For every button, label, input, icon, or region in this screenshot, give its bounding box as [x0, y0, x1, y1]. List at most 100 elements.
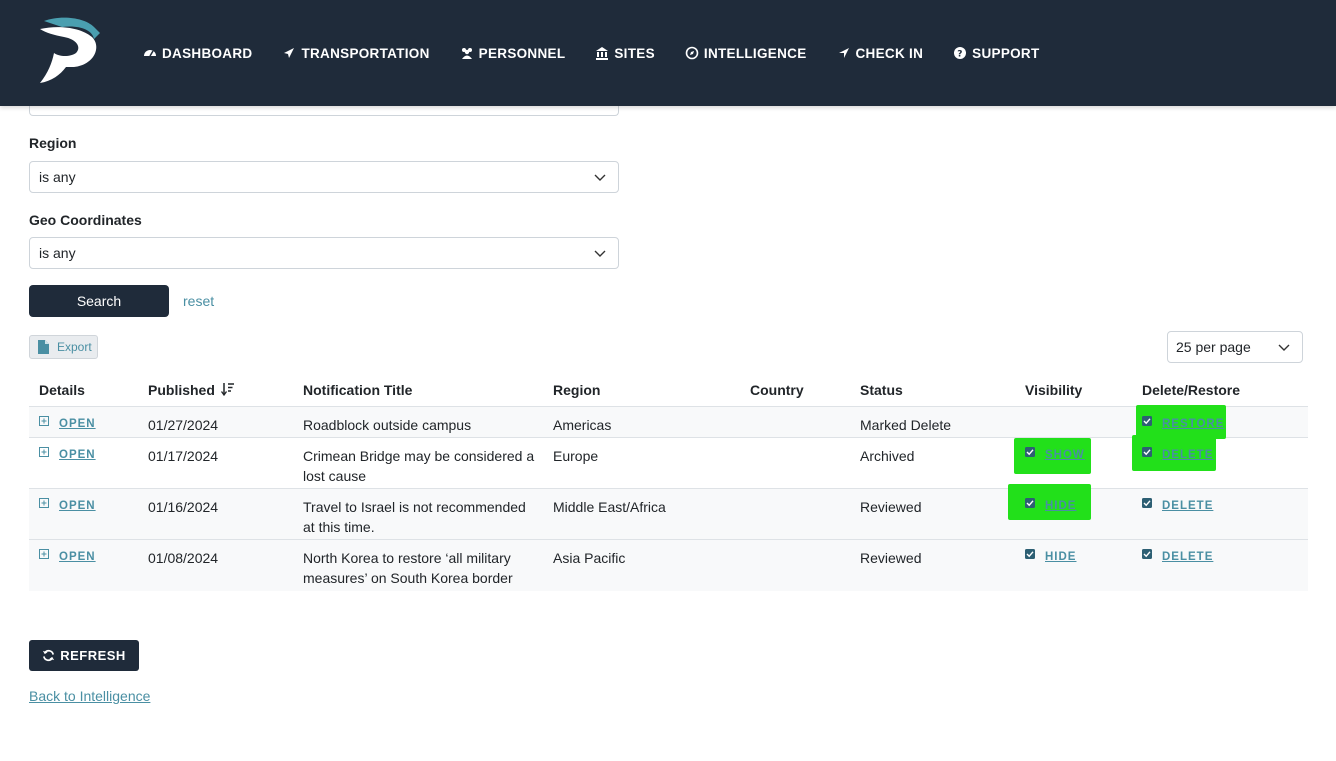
- region-label: Region: [29, 135, 77, 151]
- notifications-table: Details Published Notification Title Reg…: [29, 376, 1308, 591]
- header-country[interactable]: Country: [750, 382, 804, 398]
- file-icon: [38, 340, 49, 354]
- table-row: OPEN 01/27/2024 Roadblock outside campus…: [29, 405, 1308, 439]
- region-cell: Middle East/Africa: [553, 499, 666, 515]
- region-cell: Americas: [553, 417, 612, 433]
- plus-square-icon: [39, 549, 49, 559]
- region-cell: Asia Pacific: [553, 550, 626, 566]
- per-page-value: 25 per page: [1176, 339, 1251, 355]
- check-square-icon: [1025, 498, 1035, 508]
- details-cell: OPEN: [39, 545, 96, 567]
- nav-intelligence[interactable]: INTELLIGENCE: [685, 46, 807, 61]
- refresh-button[interactable]: REFRESH: [29, 640, 139, 671]
- header-delete-restore[interactable]: Delete/Restore: [1142, 382, 1240, 398]
- visibility-cell: HIDE: [1025, 545, 1076, 567]
- location-arrow-icon: [838, 48, 849, 58]
- nav-transportation[interactable]: TRANSPORTATION: [282, 46, 429, 61]
- title-cell: Travel to Israel is not recommended at t…: [303, 499, 526, 535]
- header-details[interactable]: Details: [39, 382, 85, 398]
- check-square-icon: [1142, 498, 1152, 508]
- open-link[interactable]: OPEN: [59, 449, 96, 461]
- status-cell: Reviewed: [860, 499, 922, 515]
- chevron-down-icon: [594, 250, 606, 257]
- table-row: OPEN 01/08/2024 North Korea to restore ‘…: [29, 540, 1308, 591]
- nav-label: DASHBOARD: [162, 45, 253, 61]
- export-button[interactable]: Export: [29, 335, 98, 359]
- chevron-down-icon: [594, 174, 606, 181]
- details-cell: OPEN: [39, 443, 96, 465]
- top-navbar: DASHBOARD TRANSPORTATION PERSONNEL SITES…: [0, 0, 1336, 106]
- delete-link[interactable]: DELETE: [1162, 500, 1213, 512]
- header-visibility[interactable]: Visibility: [1025, 382, 1082, 398]
- nav-sites[interactable]: SITES: [595, 46, 655, 61]
- reset-link[interactable]: reset: [183, 293, 214, 309]
- users-icon: [461, 48, 472, 59]
- table-row: OPEN 01/16/2024 Travel to Israel is not …: [29, 484, 1308, 540]
- nav-label: PERSONNEL: [478, 45, 566, 61]
- title-cell: North Korea to restore ‘all military mea…: [303, 550, 513, 586]
- open-link[interactable]: OPEN: [59, 418, 96, 430]
- refresh-label: REFRESH: [60, 648, 126, 663]
- plus-square-icon: [39, 498, 49, 508]
- geo-select-value: is any: [39, 245, 76, 261]
- svg-text:?: ?: [957, 50, 963, 60]
- nav-label: INTELLIGENCE: [703, 45, 807, 61]
- plus-square-icon: [39, 447, 49, 457]
- header-region[interactable]: Region: [553, 382, 600, 398]
- nav-check-in[interactable]: CHECK IN: [837, 46, 924, 61]
- check-square-icon: [1025, 549, 1035, 559]
- region-select-value: is any: [39, 169, 76, 185]
- published-cell: 01/08/2024: [148, 550, 219, 566]
- hide-link[interactable]: HIDE: [1045, 551, 1076, 563]
- action-cell: DELETE: [1142, 494, 1213, 516]
- compass-icon: [685, 46, 699, 60]
- title-cell: Roadblock outside campus: [303, 417, 472, 433]
- question-circle-icon: ?: [954, 47, 967, 60]
- check-square-icon: [1142, 447, 1152, 457]
- open-link[interactable]: OPEN: [59, 500, 96, 512]
- visibility-cell: SHOW: [1025, 443, 1085, 465]
- published-cell: 01/16/2024: [148, 499, 219, 515]
- header-notification-title[interactable]: Notification Title: [303, 382, 412, 398]
- restore-link[interactable]: RESTORE: [1162, 418, 1224, 430]
- check-square-icon: [1142, 416, 1152, 426]
- building-icon: [596, 47, 609, 60]
- nav-support[interactable]: ? SUPPORT: [953, 46, 1039, 61]
- region-select[interactable]: is any: [29, 161, 619, 193]
- header-status[interactable]: Status: [860, 382, 903, 398]
- status-cell: Archived: [860, 448, 915, 464]
- per-page-select[interactable]: 25 per page: [1167, 331, 1303, 363]
- nav-label: CHECK IN: [855, 45, 924, 61]
- nav-dashboard[interactable]: DASHBOARD: [143, 46, 252, 61]
- table-header: Details Published Notification Title Reg…: [29, 376, 1308, 407]
- plus-square-icon: [39, 416, 49, 426]
- action-cell: DELETE: [1142, 545, 1213, 567]
- status-cell: Marked Delete: [860, 417, 952, 433]
- hide-link[interactable]: HIDE: [1045, 500, 1076, 512]
- details-cell: OPEN: [39, 494, 96, 516]
- header-published-label: Published: [148, 382, 215, 398]
- nav-menu: DASHBOARD TRANSPORTATION PERSONNEL SITES…: [143, 0, 1070, 106]
- open-link[interactable]: OPEN: [59, 551, 96, 563]
- nav-personnel[interactable]: PERSONNEL: [460, 46, 566, 61]
- status-cell: Reviewed: [860, 550, 922, 566]
- check-square-icon: [1025, 447, 1035, 457]
- search-button[interactable]: Search: [29, 285, 169, 317]
- refresh-icon: [43, 649, 55, 662]
- delete-link[interactable]: DELETE: [1162, 551, 1213, 563]
- plane-icon: [284, 48, 295, 58]
- back-to-intelligence-link[interactable]: Back to Intelligence: [29, 688, 150, 704]
- geo-coordinates-select[interactable]: is any: [29, 237, 619, 269]
- details-cell: OPEN: [39, 412, 96, 434]
- geo-coordinates-label: Geo Coordinates: [29, 212, 142, 228]
- nav-label: TRANSPORTATION: [301, 45, 430, 61]
- visibility-cell: HIDE: [1025, 494, 1076, 516]
- action-cell: RESTORE: [1142, 412, 1224, 434]
- delete-link[interactable]: DELETE: [1162, 449, 1213, 461]
- header-published[interactable]: Published: [148, 382, 235, 398]
- title-cell: Crimean Bridge may be considered a lost …: [303, 448, 535, 484]
- show-link[interactable]: SHOW: [1045, 449, 1085, 461]
- brand-logo[interactable]: [36, 17, 102, 85]
- check-square-icon: [1142, 549, 1152, 559]
- export-label: Export: [57, 340, 92, 354]
